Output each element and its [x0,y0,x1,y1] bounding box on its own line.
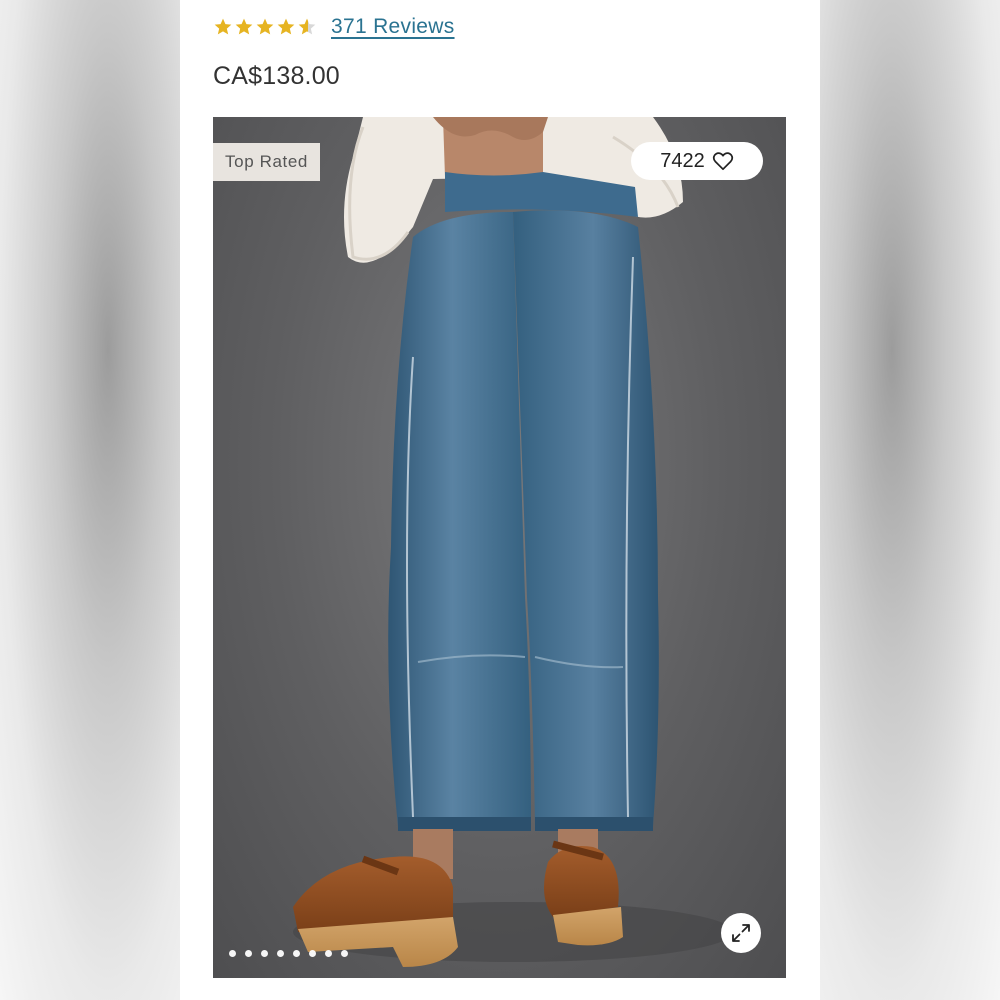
background-left-shade [0,0,180,1000]
heart-outline-icon [712,152,733,171]
expand-image-button[interactable] [721,913,761,953]
star-icon [214,18,232,35]
carousel-dot[interactable] [293,950,300,957]
rating-row: 371 Reviews [213,12,455,42]
carousel-dot[interactable] [309,950,316,957]
reviews-link[interactable]: 371 Reviews [331,15,455,39]
favorite-button[interactable]: 7422 [631,142,763,180]
carousel-dot[interactable] [245,950,252,957]
carousel-dot[interactable] [341,950,348,957]
carousel-dot[interactable] [277,950,284,957]
background-right-shade [820,0,1000,1000]
expand-arrows-icon [732,924,750,942]
half-star-icon [298,18,316,35]
product-image[interactable]: Top Rated 7422 [213,117,786,978]
carousel-dot[interactable] [325,950,332,957]
carousel-dots [229,950,348,957]
product-price: CA$138.00 [213,62,340,90]
carousel-dot[interactable] [261,950,268,957]
carousel-dot[interactable] [229,950,236,957]
favorites-count: 7422 [660,149,705,172]
product-photo [293,117,733,967]
star-icon [277,18,295,35]
star-rating [213,17,317,37]
star-icon [235,18,253,35]
top-rated-badge: Top Rated [213,143,320,181]
star-icon [256,18,274,35]
